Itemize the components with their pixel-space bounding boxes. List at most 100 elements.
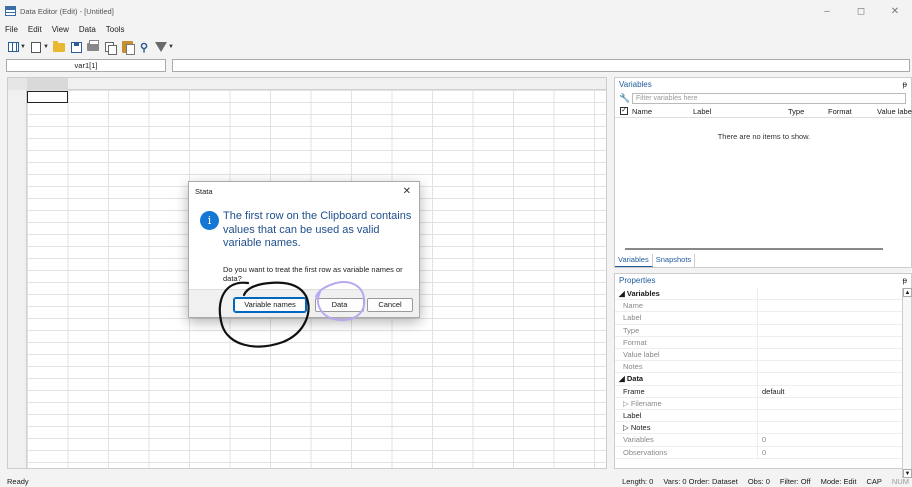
variables-tabs: Variables Snapshots	[615, 254, 696, 267]
tab-variables[interactable]: Variables	[615, 254, 653, 267]
filter-button[interactable]	[154, 40, 168, 54]
status-mode: Mode: Edit	[820, 477, 857, 486]
property-value	[758, 422, 762, 433]
cancel-button[interactable]: Cancel	[367, 298, 413, 312]
property-key: ▷ Notes	[615, 422, 758, 434]
chevron-down-icon[interactable]: ▼	[43, 44, 49, 50]
selected-column-header[interactable]	[27, 78, 68, 90]
copy-button[interactable]	[103, 40, 117, 55]
property-key: Name	[615, 300, 758, 312]
menu-view[interactable]: View	[52, 25, 69, 34]
title-bar: Data Editor (Edit) - [Untitled] – ◻ ✕	[0, 0, 912, 22]
property-key: Label	[615, 410, 758, 422]
menu-edit[interactable]: Edit	[28, 25, 42, 34]
filter-variables-input[interactable]: Filter variables here	[632, 93, 906, 104]
property-row[interactable]: Value label	[615, 349, 903, 362]
right-panel: Variables ᵽ 🔧 Filter variables here ✓ Na…	[614, 77, 912, 478]
horizontal-scrollbar[interactable]	[625, 248, 883, 250]
property-row[interactable]: Frame default	[615, 385, 903, 398]
pin-icon[interactable]: ᵽ	[903, 78, 907, 92]
status-vars-order: Vars: 0 Order: Dataset	[663, 477, 738, 486]
selected-cell[interactable]	[27, 91, 68, 103]
variable-names-button[interactable]: Variable names	[233, 297, 307, 313]
property-key: Frame	[615, 385, 758, 397]
column-name[interactable]: Name	[632, 107, 652, 116]
status-items: Length: 0 Vars: 0 Order: Dataset Obs: 0 …	[622, 476, 909, 487]
property-value	[758, 312, 762, 323]
property-row[interactable]: ◢ Variables	[615, 288, 903, 301]
menu-data[interactable]: Data	[79, 25, 96, 34]
menu-file[interactable]: File	[5, 25, 18, 34]
save-button[interactable]	[69, 40, 83, 54]
property-value	[758, 288, 762, 299]
property-row[interactable]: Notes	[615, 361, 903, 374]
variables-manager-button[interactable]	[29, 40, 43, 54]
properties-pane-title: Properties ᵽ	[615, 274, 911, 288]
column-value-label[interactable]: Value label	[877, 107, 912, 116]
property-row[interactable]: Variables 0	[615, 434, 903, 447]
chevron-down-icon[interactable]: ▼	[168, 44, 174, 50]
column-format[interactable]: Format	[828, 107, 852, 116]
property-value	[758, 361, 762, 372]
status-filter: Filter: Off	[779, 477, 811, 486]
properties-title: Properties	[619, 276, 656, 285]
property-row[interactable]: ▷ Notes	[615, 422, 903, 435]
pin-icon[interactable]: ᵽ	[903, 274, 907, 288]
column-header-row	[8, 78, 606, 90]
print-icon	[87, 40, 99, 51]
scroll-up-button[interactable]: ▲	[903, 288, 912, 297]
filter-row: 🔧 Filter variables here	[615, 92, 911, 105]
variables-column-header: ✓ Name Label Type Format Value label	[615, 105, 912, 118]
property-key: Notes	[615, 361, 758, 373]
property-value	[758, 300, 762, 311]
property-row[interactable]: ▷ Filename	[615, 397, 903, 410]
variables-pane: Variables ᵽ 🔧 Filter variables here ✓ Na…	[614, 77, 912, 268]
cell-reference: var1[1]	[6, 59, 166, 72]
dialog-title: Stata	[195, 187, 213, 196]
print-button[interactable]	[86, 40, 100, 54]
status-num: NUM	[891, 477, 909, 486]
property-value: default	[762, 386, 785, 396]
empty-message: There are no items to show.	[717, 132, 811, 141]
column-type[interactable]: Type	[788, 107, 804, 116]
property-row[interactable]: Label	[615, 410, 903, 423]
property-value	[758, 373, 762, 384]
dialog-footer: Variable names Data Cancel	[189, 289, 419, 317]
property-key: Value label	[615, 349, 758, 361]
grid-corner[interactable]	[8, 78, 27, 90]
window-controls: – ◻ ✕	[810, 0, 912, 22]
data-editor-mode-button[interactable]	[6, 40, 20, 54]
wrench-icon[interactable]: 🔧	[619, 93, 630, 104]
close-window-button[interactable]: ✕	[878, 0, 912, 22]
menu-tools[interactable]: Tools	[106, 25, 125, 34]
data-button[interactable]: Data	[315, 298, 364, 312]
filter-icon	[155, 42, 167, 52]
column-label[interactable]: Label	[693, 107, 711, 116]
property-row[interactable]: Type	[615, 324, 903, 337]
chevron-down-icon[interactable]: ▼	[20, 44, 26, 50]
property-row[interactable]: Label	[615, 312, 903, 325]
property-value	[758, 410, 762, 421]
variables-title: Variables	[619, 80, 652, 89]
stata-dialog: Stata ✕ i The first row on the Clipboard…	[188, 181, 420, 318]
maximize-button[interactable]: ◻	[844, 0, 878, 22]
window-title: Data Editor (Edit) - [Untitled]	[20, 6, 114, 16]
save-icon	[70, 41, 82, 53]
property-key: Type	[615, 324, 758, 336]
property-row[interactable]: Format	[615, 336, 903, 349]
tab-snapshots[interactable]: Snapshots	[653, 254, 696, 267]
property-row[interactable]: ◢ Data	[615, 373, 903, 386]
find-button[interactable]: ⚲	[137, 40, 151, 54]
property-row[interactable]: Observations 0	[615, 446, 903, 459]
vertical-scrollbar[interactable]: ▲ ▼	[902, 288, 912, 478]
cell-value-input[interactable]	[172, 59, 910, 72]
select-all-checkbox[interactable]: ✓	[620, 107, 628, 115]
status-obs: Obs: 0	[747, 477, 770, 486]
close-icon[interactable]: ✕	[403, 182, 411, 201]
property-row[interactable]: Name	[615, 300, 903, 313]
paste-button[interactable]	[120, 40, 135, 55]
minimize-button[interactable]: –	[810, 0, 844, 22]
open-button[interactable]	[52, 40, 66, 54]
dialog-title-bar: Stata ✕	[189, 182, 419, 201]
variables-pane-title: Variables ᵽ	[615, 78, 911, 92]
